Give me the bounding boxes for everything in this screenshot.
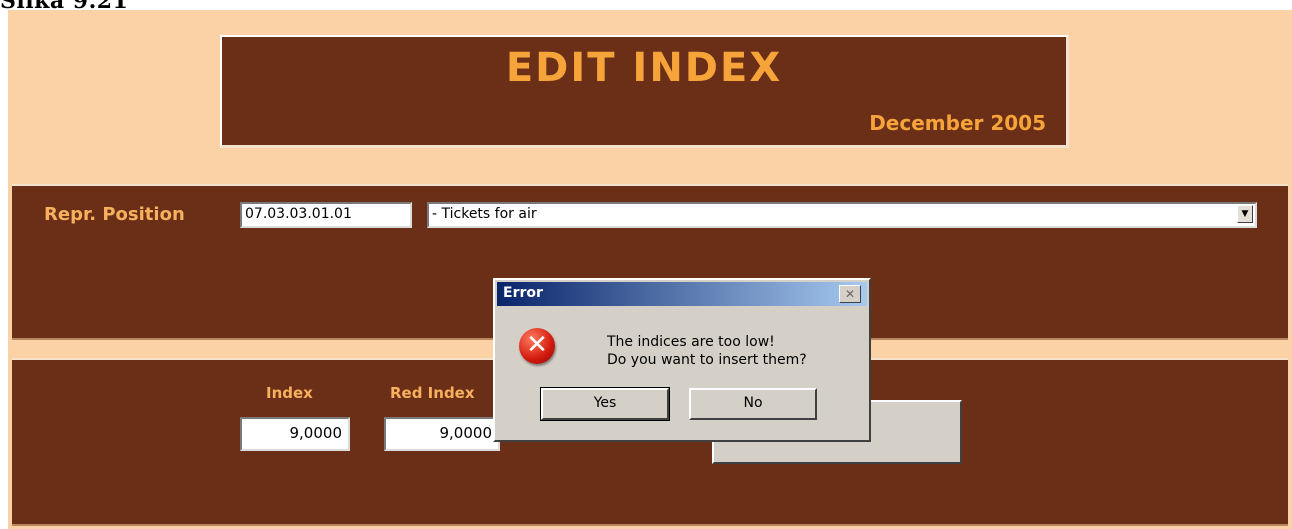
dialog-titlebar[interactable]: Error ✕ — [497, 282, 867, 306]
index-input[interactable]: 9,0000 — [240, 417, 350, 451]
red-index-label: Red Index — [390, 384, 475, 402]
red-index-input[interactable]: 9,0000 — [384, 417, 500, 451]
repr-position-select[interactable]: - Tickets for air ▼ — [427, 202, 1257, 228]
repr-position-select-value: - Tickets for air — [432, 206, 537, 222]
error-dialog: Error ✕ ✕ The indices are too low! Do yo… — [493, 278, 871, 442]
repr-position-code-input[interactable]: 07.03.03.01.01 — [240, 202, 412, 228]
error-icon: ✕ — [519, 328, 555, 364]
period-label: December 2005 — [869, 111, 1046, 135]
close-icon[interactable]: ✕ — [839, 285, 861, 303]
page-title: EDIT INDEX — [505, 45, 783, 91]
repr-position-label: Repr. Position — [44, 204, 185, 225]
chevron-down-icon[interactable]: ▼ — [1237, 205, 1253, 223]
dialog-message-line1: The indices are too low! — [607, 334, 775, 350]
dialog-message-line2: Do you want to insert them? — [607, 352, 807, 368]
no-button[interactable]: No — [689, 388, 817, 420]
index-label: Index — [266, 384, 313, 402]
header-banner: EDIT INDEX December 2005 — [220, 35, 1069, 148]
yes-button[interactable]: Yes — [540, 387, 670, 421]
dialog-title: Error — [503, 285, 543, 301]
app-window: EDIT INDEX December 2005 Repr. Position … — [8, 10, 1292, 529]
